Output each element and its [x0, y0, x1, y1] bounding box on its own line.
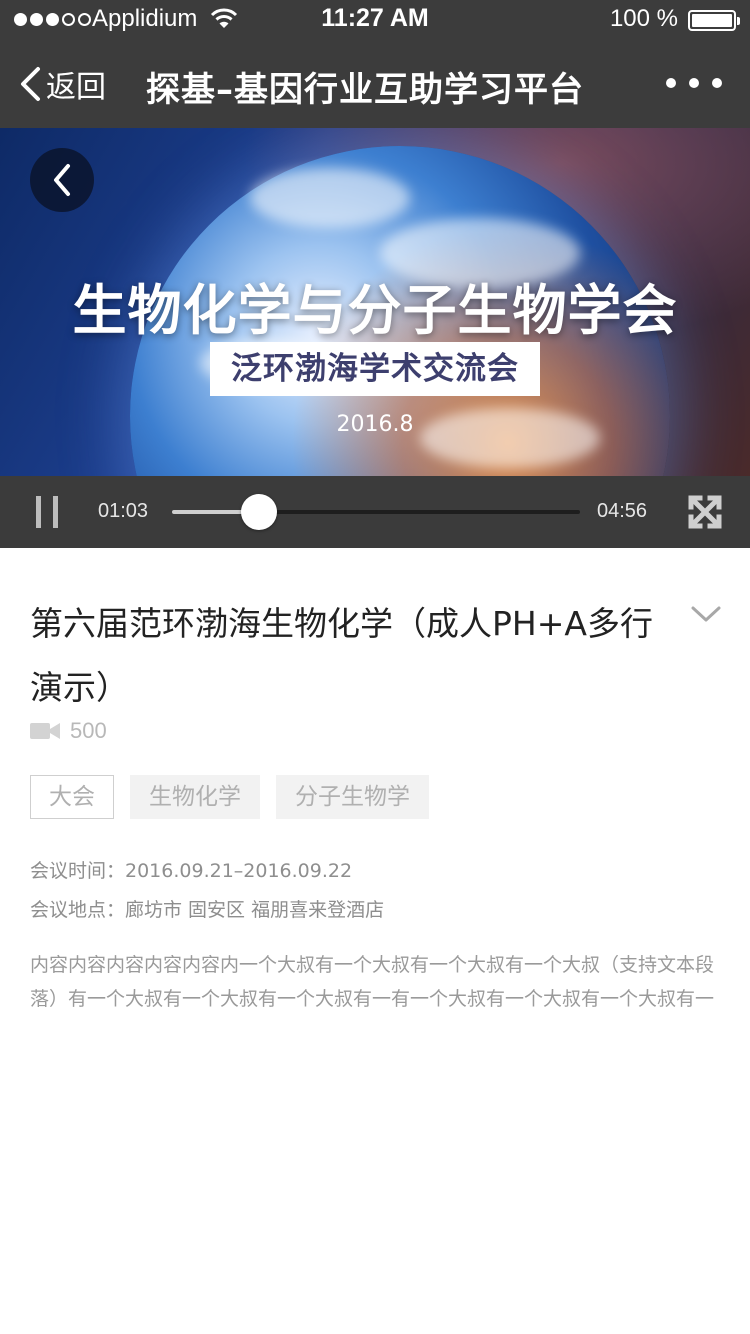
view-count: 500: [30, 718, 107, 744]
video-player[interactable]: 生物化学与分子生物学会 泛环渤海学术交流会 2016.8: [0, 128, 750, 476]
nav-back-label: 返回: [46, 70, 106, 105]
battery-percent: 100 %: [609, 5, 678, 32]
tag-item[interactable]: 生物化学: [130, 775, 260, 819]
video-camera-icon: [30, 723, 60, 739]
video-controls: 01:03 04:56: [0, 476, 750, 548]
nav-back-button[interactable]: 返回: [18, 62, 106, 106]
article-title: 第六届范环渤海生物化学（成人PH+A多行演示）: [30, 604, 653, 707]
poster-cloud: [250, 168, 410, 228]
pause-icon[interactable]: [36, 496, 58, 528]
fullscreen-icon[interactable]: [688, 495, 722, 529]
more-options-icon[interactable]: [666, 78, 722, 88]
view-count-label: 500: [70, 718, 107, 743]
chevron-left-icon: [21, 67, 40, 101]
chevron-left-icon: [54, 164, 70, 196]
battery-icon: [688, 10, 740, 31]
tag-list: 大会 生物化学 分子生物学: [30, 775, 429, 819]
article-description: 内容内容内容内容内容内一个大叔有一个大叔有一个大叔有一个大叔（支持文本段落）有一…: [30, 954, 715, 1010]
top-bar: Applidium 11:27 AM 100 % 返回 探基–基因行业互助学习平…: [0, 0, 750, 128]
video-poster-subtitle: 泛环渤海学术交流会: [210, 342, 540, 396]
progress-thumb[interactable]: [240, 494, 277, 530]
video-back-button[interactable]: [30, 148, 94, 212]
tag-item[interactable]: 分子生物学: [276, 775, 429, 819]
nav-bar: 返回 探基–基因行业互助学习平台: [0, 40, 750, 128]
meeting-time: 会议时间：2016.09.21–2016.09.22: [30, 860, 353, 882]
page-title: 探基–基因行业互助学习平台: [146, 70, 584, 110]
current-time: 01:03: [98, 500, 149, 522]
progress-slider[interactable]: [172, 494, 580, 530]
meeting-place: 会议地点：廊坊市 固安区 福朋喜来登酒店: [30, 899, 385, 921]
chevron-down-icon[interactable]: [690, 604, 722, 624]
video-poster-date: 2016.8: [336, 412, 414, 437]
video-poster-title: 生物化学与分子生物学会: [72, 279, 678, 342]
duration: 04:56: [597, 500, 648, 522]
status-bar: Applidium 11:27 AM 100 %: [0, 0, 750, 40]
tag-item[interactable]: 大会: [30, 775, 114, 819]
